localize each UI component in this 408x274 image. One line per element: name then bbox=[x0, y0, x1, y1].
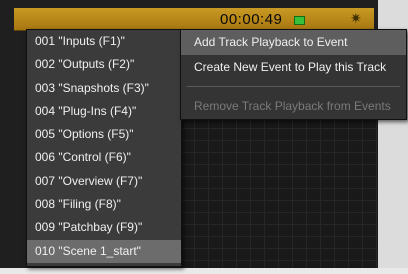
menu-separator bbox=[187, 86, 400, 87]
event-item[interactable]: 004 "Plug-Ins (F4)" bbox=[27, 100, 181, 123]
event-list-menu: 001 "Inputs (F1)" 002 "Outputs (F2)" 003… bbox=[26, 29, 182, 267]
event-item[interactable]: 007 "Overview (F7)" bbox=[27, 170, 181, 193]
transport-strip: 00:00:49 ✷ bbox=[14, 8, 374, 31]
event-item[interactable]: 009 "Patchbay (F9)" bbox=[27, 216, 181, 239]
timecode-display: 00:00:49 bbox=[220, 11, 283, 28]
create-new-event-menu-item[interactable]: Create New Event to Play this Track bbox=[181, 55, 406, 80]
event-item[interactable]: 003 "Snapshots (F3)" bbox=[27, 77, 181, 100]
event-item[interactable]: 006 "Control (F6)" bbox=[27, 146, 181, 169]
event-item[interactable]: 002 "Outputs (F2)" bbox=[27, 53, 181, 76]
event-item[interactable]: 008 "Filing (F8)" bbox=[27, 193, 181, 216]
add-track-playback-menu-item[interactable]: Add Track Playback to Event bbox=[181, 30, 406, 55]
green-status-icon[interactable] bbox=[294, 16, 305, 25]
gear-icon[interactable]: ✷ bbox=[350, 10, 362, 27]
track-context-menu: Add Track Playback to Event Create New E… bbox=[180, 29, 407, 120]
event-item[interactable]: 001 "Inputs (F1)" bbox=[27, 30, 181, 53]
event-item-selected[interactable]: 010 "Scene 1_start" bbox=[27, 239, 181, 263]
remove-track-playback-menu-item: Remove Track Playback from Events bbox=[194, 99, 391, 113]
event-item[interactable]: 005 "Options (F5)" bbox=[27, 123, 181, 146]
